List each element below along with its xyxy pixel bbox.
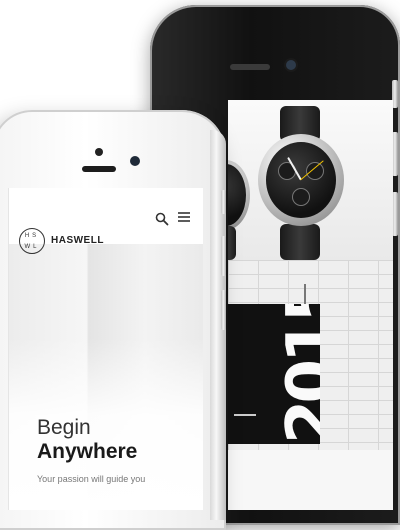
front-phone-volume-button	[221, 290, 226, 330]
front-phone-speaker	[82, 166, 116, 172]
menu-button[interactable]	[177, 210, 191, 224]
hero-title-line2: Anywhere	[37, 440, 138, 463]
watch-strap-partial	[228, 226, 236, 260]
front-phone-screen: HS WL HASWELL Begin Anywhere Your passio…	[8, 188, 203, 510]
poster-detail	[234, 414, 256, 434]
front-phone-camera	[95, 148, 103, 156]
poster-hook	[304, 284, 306, 306]
back-phone-camera	[286, 60, 296, 70]
search-icon	[155, 212, 169, 226]
back-phone-screen: 2015	[228, 100, 393, 510]
hero-text: Begin Anywhere Your passion will guide y…	[37, 416, 203, 484]
hero-title-line1: Begin	[37, 416, 91, 439]
hero-subtitle: Your passion will guide you	[37, 474, 146, 484]
front-phone-side-button	[221, 190, 226, 214]
menu-icon	[178, 212, 190, 222]
brand-logo[interactable]: HS WL	[19, 228, 45, 254]
back-phone-speaker	[230, 64, 270, 70]
watch-image	[228, 100, 393, 260]
search-button[interactable]	[155, 212, 169, 226]
back-screen-footer	[228, 450, 393, 510]
logo-letter: S	[32, 233, 40, 239]
front-phone-sensor	[130, 156, 140, 166]
calendar-poster: 2015	[228, 304, 320, 444]
logo-letter: W	[24, 244, 34, 250]
brand-name[interactable]: HASWELL	[51, 235, 104, 246]
watch-strap-bottom	[280, 224, 320, 260]
brick-wall-image: 2015	[228, 260, 393, 450]
logo-letter: L	[33, 244, 40, 250]
poster-year: 2015	[274, 304, 320, 444]
watch-subdial	[292, 188, 310, 206]
front-phone-volume-button	[221, 236, 226, 276]
